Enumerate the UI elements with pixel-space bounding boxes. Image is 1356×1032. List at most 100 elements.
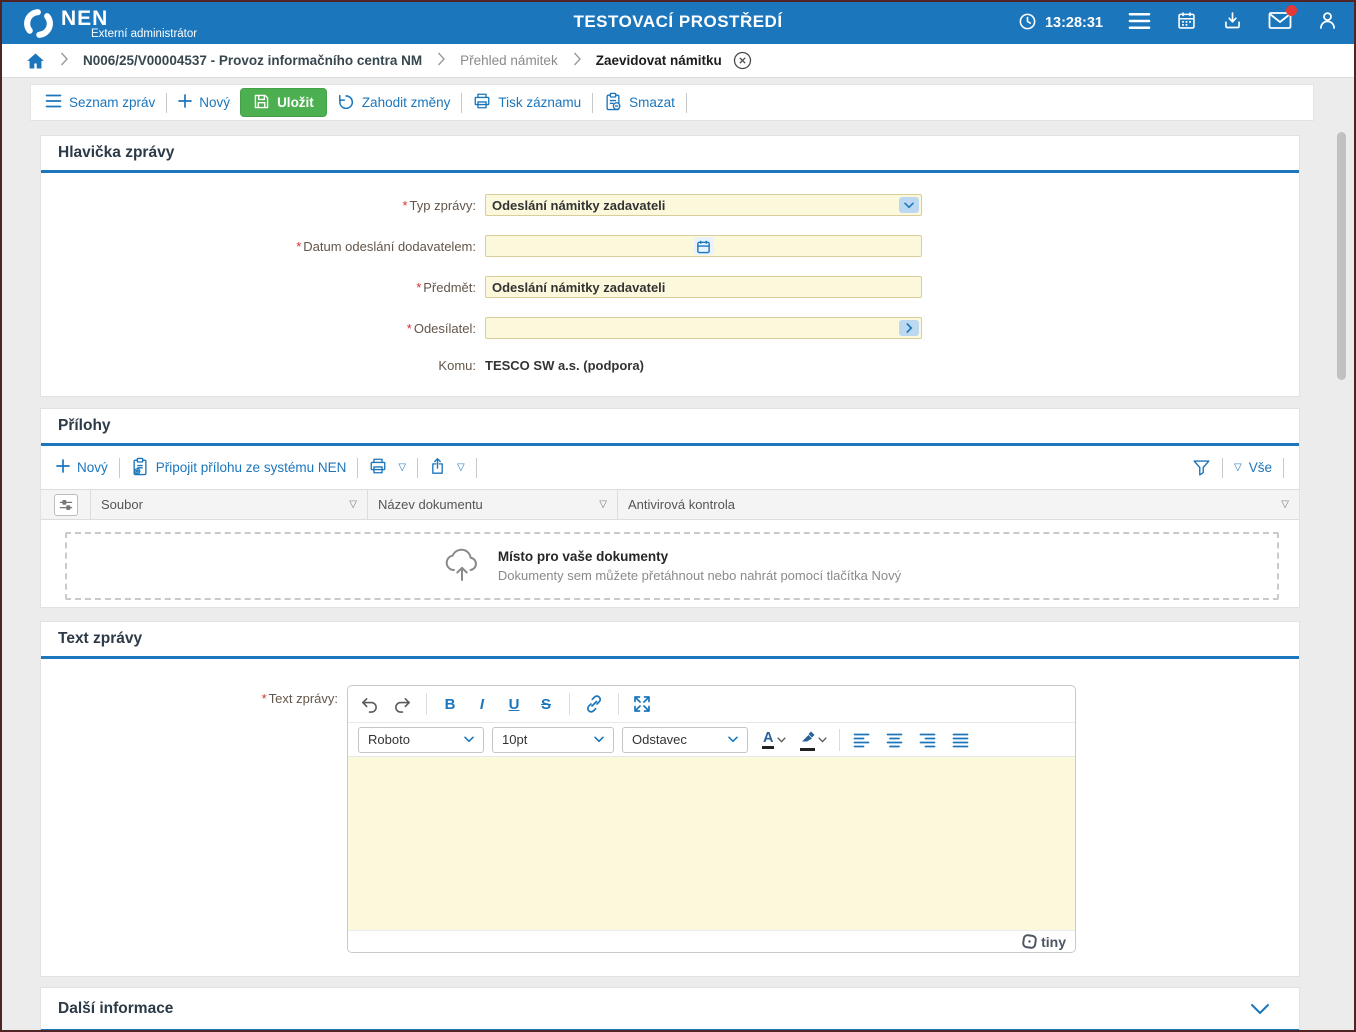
block-format-select[interactable]: Odstavec: [622, 727, 748, 753]
view-all-filter[interactable]: ▽ Vše: [1234, 460, 1272, 475]
section-title: Další informace: [58, 1000, 173, 1018]
font-family-select[interactable]: Roboto: [358, 727, 484, 753]
align-center-icon[interactable]: [885, 732, 904, 748]
redo-icon[interactable]: [393, 696, 412, 713]
messages-button[interactable]: [1268, 11, 1292, 35]
column-filter-icon[interactable]: ▽: [349, 499, 357, 510]
file-dropzone[interactable]: Místo pro vaše dokumenty Dokumenty sem m…: [65, 532, 1279, 600]
print-attachments-button[interactable]: ▽: [369, 457, 406, 478]
editor-toolbar-row2: Roboto 10pt Odstavec A: [348, 723, 1075, 756]
message-list-button[interactable]: Seznam zpráv: [45, 94, 155, 111]
expand-section-icon[interactable]: [1250, 1003, 1270, 1015]
editor-toolbar-row1: B I U S: [348, 686, 1075, 723]
field-label: Komu:: [41, 358, 485, 373]
underline-button[interactable]: U: [505, 696, 523, 713]
strikethrough-button[interactable]: S: [537, 696, 555, 713]
notification-badge: [1286, 5, 1297, 16]
form-row-typ-zpravy: *Typ zprávy: Odeslání námitky zadavateli: [41, 194, 1299, 216]
editor-text-area[interactable]: [348, 756, 1075, 930]
column-header-antivirus[interactable]: Antivirová kontrola ▽: [618, 490, 1299, 519]
toolbar-separator: [461, 93, 462, 113]
discard-icon: [337, 93, 355, 112]
align-left-icon[interactable]: [852, 732, 871, 748]
predmet-input[interactable]: [485, 276, 922, 298]
form-row-odesilatel: *Odesílatel:: [41, 317, 1299, 339]
undo-icon[interactable]: [360, 696, 379, 713]
toolbar-separator: [166, 93, 167, 113]
page: NEN Externí administrátor TESTOVACÍ PROS…: [0, 0, 1356, 1032]
time-value: 13:28:31: [1045, 15, 1103, 31]
predmet-field[interactable]: [486, 277, 921, 297]
clipboard-gear-icon: [131, 457, 149, 479]
new-attachment-button[interactable]: Nový: [56, 459, 108, 476]
column-settings-cell: [41, 490, 91, 519]
column-filter-icon[interactable]: ▽: [599, 499, 607, 510]
breadcrumb-item-procurement[interactable]: N006/25/V00004537 - Provoz informačního …: [83, 53, 422, 68]
chevron-right-icon[interactable]: [899, 320, 919, 336]
italic-button[interactable]: I: [473, 696, 491, 713]
vertical-scrollbar[interactable]: [1337, 132, 1346, 380]
user-profile-button[interactable]: [1317, 10, 1338, 36]
calendar-button[interactable]: [1176, 10, 1197, 36]
home-icon[interactable]: [26, 52, 45, 70]
section-attachments: Přílohy Nový: [40, 408, 1300, 608]
column-filter-icon[interactable]: ▽: [1281, 499, 1289, 510]
menu-button[interactable]: [1128, 12, 1151, 35]
column-header-soubor[interactable]: Soubor ▽: [91, 490, 368, 519]
hamburger-icon: [1128, 12, 1151, 35]
section-title: Hlavička zprávy: [58, 144, 174, 162]
filter-icon[interactable]: [1192, 458, 1211, 477]
discard-changes-button[interactable]: Zahodit změny: [337, 93, 451, 112]
header-actions: 13:28:31: [1018, 2, 1338, 44]
plus-icon: [56, 459, 70, 476]
dropdown-triangle-icon: ▽: [1234, 462, 1242, 473]
attach-from-nen-button[interactable]: Připojit přílohu ze systému NEN: [131, 457, 347, 479]
new-button[interactable]: Nový: [178, 94, 230, 111]
form-row-predmet: *Předmět:: [41, 276, 1299, 298]
close-tab-icon[interactable]: [733, 51, 752, 70]
datum-odeslani-input[interactable]: [485, 235, 922, 257]
date-picker-icon[interactable]: [694, 237, 714, 255]
odesilatel-input[interactable]: [485, 317, 922, 339]
form-row-datum: *Datum odeslání dodavatelem:: [41, 235, 1299, 257]
highlight-color-button[interactable]: [800, 729, 827, 751]
section-title: Text zprávy: [58, 630, 142, 648]
toolbar-separator: [357, 458, 358, 478]
breadcrumb: N006/25/V00004537 - Provoz informačního …: [2, 44, 1354, 78]
link-icon[interactable]: [584, 694, 604, 714]
toolbar-separator: [476, 458, 477, 478]
toolbar-separator: [417, 458, 418, 478]
download-tray-icon: [1222, 10, 1243, 36]
align-right-icon[interactable]: [918, 732, 937, 748]
delete-button[interactable]: Smazat: [604, 92, 675, 114]
dropzone-title: Místo pro vaše dokumenty: [498, 549, 901, 564]
editor-separator: [569, 693, 570, 715]
tiny-brand-label[interactable]: tiny: [1041, 934, 1066, 950]
breadcrumb-item-current: Zaevidovat námitku: [596, 53, 722, 68]
fullscreen-icon[interactable]: [633, 695, 651, 713]
column-settings-icon[interactable]: [54, 494, 78, 516]
save-icon: [253, 93, 270, 113]
bold-button[interactable]: B: [441, 696, 459, 713]
editor-separator: [839, 729, 840, 751]
typ-zpravy-select[interactable]: Odeslání námitky zadavateli: [485, 194, 922, 216]
chevron-down-icon[interactable]: [899, 197, 919, 213]
column-header-nazev[interactable]: Název dokumentu ▽: [368, 490, 618, 519]
editor-separator: [426, 693, 427, 715]
downloads-button[interactable]: [1222, 10, 1243, 36]
editor-statusbar: tiny: [348, 930, 1075, 952]
field-label: *Text zprávy:: [41, 685, 347, 953]
export-attachments-button[interactable]: ▽: [429, 457, 465, 478]
print-record-button[interactable]: Tisk záznamu: [473, 92, 581, 113]
tiny-logo-icon: [1022, 934, 1037, 949]
text-color-button[interactable]: A: [762, 731, 786, 749]
breadcrumb-item-prehled-namitek[interactable]: Přehled námitek: [460, 53, 558, 68]
form-row-text-zpravy: *Text zprávy: B I: [41, 685, 1299, 953]
font-size-select[interactable]: 10pt: [492, 727, 614, 753]
align-justify-icon[interactable]: [951, 732, 970, 748]
session-time: 13:28:31: [1018, 12, 1103, 35]
toolbar-separator: [592, 93, 593, 113]
save-button[interactable]: Uložit: [240, 88, 327, 117]
odesilatel-field[interactable]: [486, 318, 921, 338]
dropzone-subtitle: Dokumenty sem můžete přetáhnout nebo nah…: [498, 568, 901, 583]
